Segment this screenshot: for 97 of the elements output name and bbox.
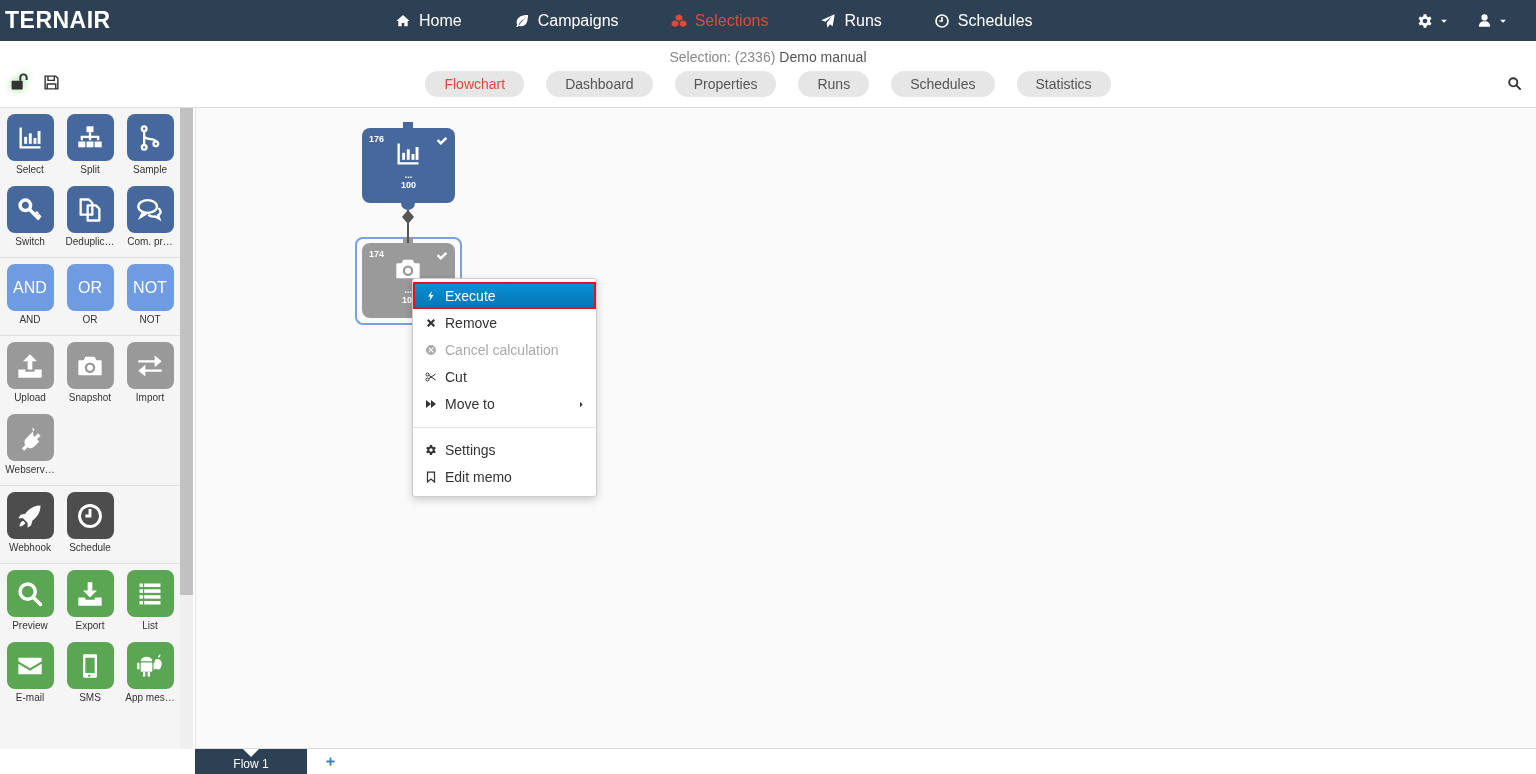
palette-label: Import <box>135 392 165 404</box>
palette-label: Deduplic… <box>65 236 115 248</box>
fast-forward-icon <box>425 397 437 410</box>
palette-tile[interactable] <box>66 186 114 233</box>
palette-tile[interactable] <box>126 570 174 617</box>
palette-tile[interactable] <box>66 342 114 389</box>
palette-tile[interactable] <box>126 642 174 689</box>
scissors-icon <box>425 370 437 383</box>
save-button[interactable] <box>43 74 60 91</box>
input-port[interactable] <box>403 122 413 128</box>
node-count: 100 <box>401 180 416 190</box>
palette-tile[interactable] <box>66 570 114 617</box>
leaf-icon <box>513 12 530 29</box>
close-icon <box>425 316 437 329</box>
palette-tile[interactable] <box>6 342 54 389</box>
check-icon <box>435 134 449 148</box>
palette-label: AND <box>19 314 41 326</box>
search-icon <box>16 579 44 608</box>
caret-icon <box>577 399 586 409</box>
nav-item[interactable]: Schedules <box>933 11 1033 30</box>
user-icon <box>1477 13 1492 28</box>
clock-icon <box>933 12 950 29</box>
selection-name: Demo manual <box>779 49 867 67</box>
node-number: 174 <box>369 249 385 259</box>
search-button[interactable] <box>1507 76 1522 91</box>
download-icon <box>76 579 104 608</box>
cubes-icon <box>670 12 687 29</box>
node-number: 176 <box>369 134 385 144</box>
node-ellipsis: ... <box>404 170 413 180</box>
palette-label: OR <box>82 314 98 326</box>
tab[interactable]: Flowchart <box>425 71 525 97</box>
palette-tile[interactable] <box>126 186 174 233</box>
unlock-icon <box>10 72 29 91</box>
menu-item[interactable]: Edit memo <box>413 463 596 490</box>
menu-item[interactable]: Move to <box>413 390 596 417</box>
node-count: 10 <box>402 295 412 305</box>
palette-tile[interactable] <box>66 114 114 161</box>
plus-icon <box>325 756 336 767</box>
tab[interactable]: Dashboard <box>546 71 653 97</box>
bookmark-icon <box>425 470 437 483</box>
input-port[interactable] <box>403 237 413 243</box>
palette-label: Schedule <box>69 542 111 554</box>
palette-label: Sample <box>133 164 167 176</box>
nav-item[interactable]: Home <box>395 11 462 30</box>
palette-label: Split <box>80 164 100 176</box>
palette-label: List <box>142 620 158 632</box>
tab[interactable]: Statistics <box>1016 71 1111 97</box>
home-icon <box>395 12 411 29</box>
palette-label: Preview <box>12 620 48 632</box>
palette-label: Upload <box>14 392 46 404</box>
search-icon <box>1507 76 1522 91</box>
flow-tab[interactable]: Flow 1 <box>195 749 307 774</box>
palette-tile[interactable] <box>6 414 54 461</box>
palette-label: Webserv… <box>5 464 55 476</box>
palette-tile[interactable] <box>66 492 114 539</box>
selection-id: Selection: (2336) <box>669 49 776 67</box>
palette-tile[interactable] <box>126 342 174 389</box>
node-ellipsis: ... <box>404 285 412 295</box>
cancel-icon <box>425 343 437 356</box>
settings-icon <box>1417 12 1433 29</box>
nav-item[interactable]: Runs <box>820 11 882 30</box>
palette-tile[interactable] <box>6 114 54 161</box>
palette-tile[interactable] <box>6 492 54 539</box>
menu-item[interactable]: Cut <box>413 363 596 390</box>
palette-tile[interactable] <box>126 114 174 161</box>
palette-label: Snapshot <box>68 392 112 404</box>
tab[interactable]: Properties <box>674 71 777 97</box>
palette-tile[interactable] <box>66 642 114 689</box>
scrollbar[interactable] <box>180 108 193 749</box>
palette-label: Webhook <box>8 542 52 554</box>
check-icon <box>435 249 449 263</box>
palette-label: Switch <box>15 236 45 248</box>
palette-label: NOT <box>139 314 161 326</box>
palette-label: App mes… <box>125 692 175 704</box>
settings-menu-button[interactable] <box>1417 12 1449 29</box>
palette-tile[interactable] <box>6 642 54 689</box>
menu-item[interactable]: Settings <box>413 436 596 463</box>
menu-item[interactable]: Execute <box>413 282 596 309</box>
paper-plane-icon <box>820 12 837 29</box>
user-menu-button[interactable] <box>1477 12 1508 29</box>
palette-label: Com. pr… <box>127 236 173 248</box>
clock-icon <box>76 501 104 530</box>
tab[interactable]: Schedules <box>891 71 995 97</box>
flowchart-node[interactable]: 176 ... 100 <box>362 128 455 203</box>
save-icon <box>43 74 60 91</box>
logo: TERNAIR <box>4 7 112 34</box>
scrollbar-thumb[interactable] <box>180 108 193 595</box>
palette-tile[interactable] <box>6 186 54 233</box>
settings-icon <box>425 443 437 456</box>
palette-label: E-mail <box>15 692 45 704</box>
palette-label: Export <box>75 620 105 632</box>
palette-tile[interactable] <box>6 570 54 617</box>
palette-label: SMS <box>79 692 101 704</box>
unlock-button[interactable] <box>10 72 29 91</box>
palette-label: Select <box>16 164 44 176</box>
nav-item[interactable]: Campaigns <box>513 11 619 30</box>
tab[interactable]: Runs <box>798 71 870 97</box>
